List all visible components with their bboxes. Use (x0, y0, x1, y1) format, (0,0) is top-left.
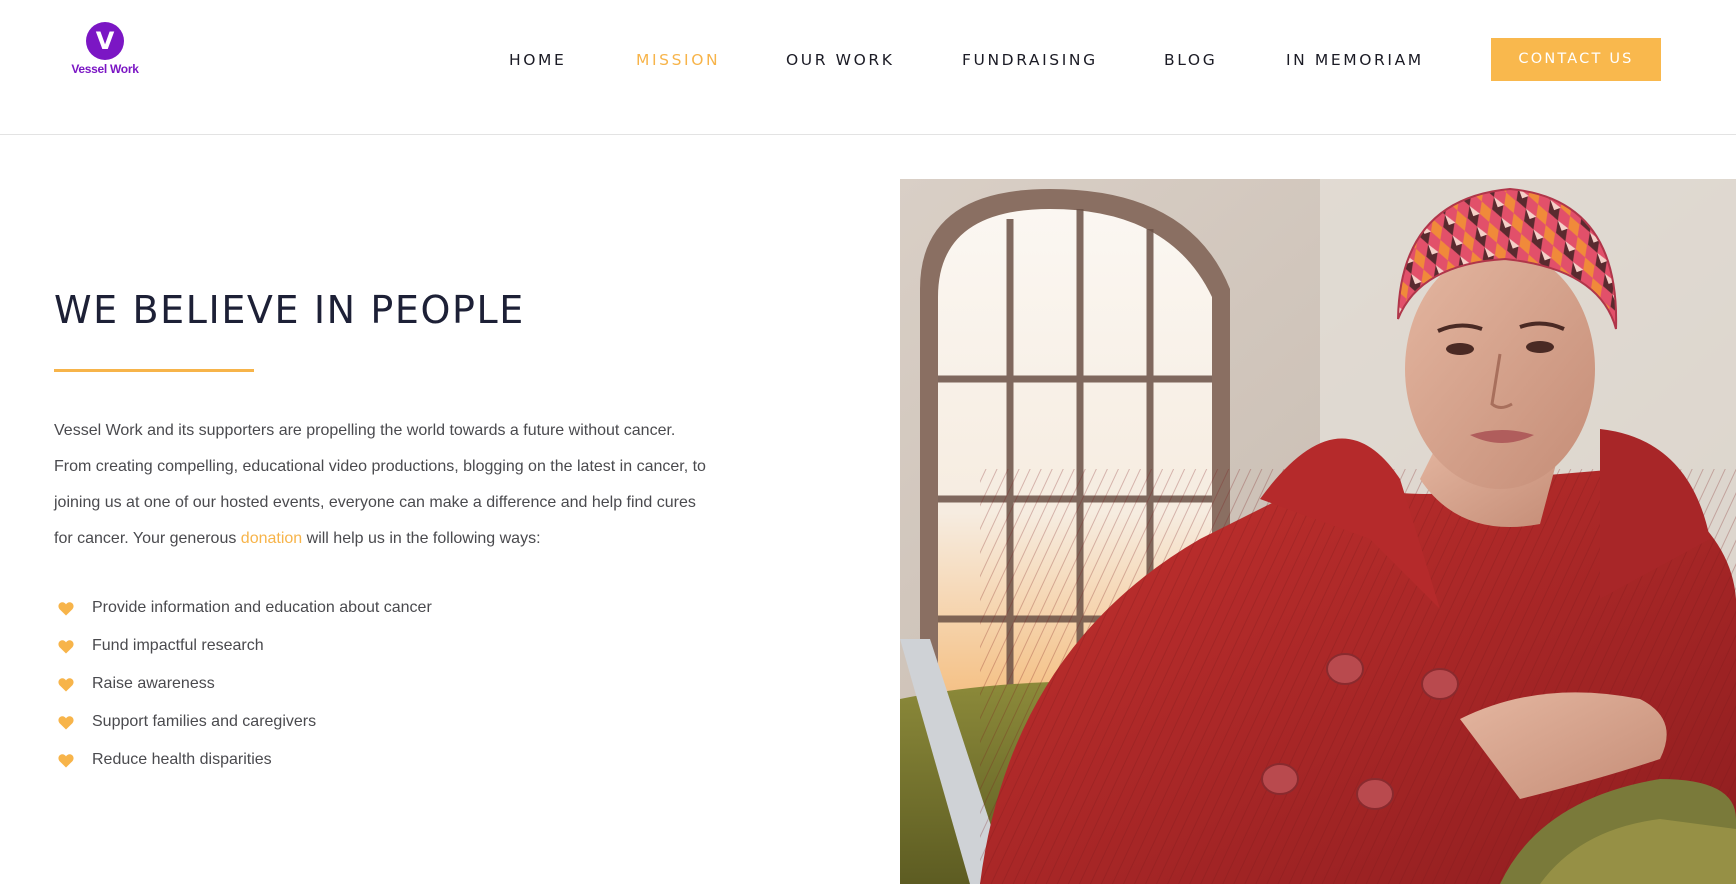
intro-line: Vessel Work and its supporters are prope… (54, 422, 676, 439)
title-underline (54, 369, 254, 372)
list-item-text: Reduce health disparities (92, 751, 272, 768)
site-header: V Vessel Work HOME MISSION OUR WORK FUND… (0, 0, 1736, 135)
logo-text: Vessel Work (71, 62, 139, 76)
nav-item-our-work[interactable]: OUR WORK (786, 48, 895, 72)
hero-photo-illustration (900, 179, 1736, 884)
intro-line-last: for cancer. Your generous donation will … (54, 521, 764, 557)
nav-item-in-memoriam[interactable]: IN MEMORIAM (1286, 48, 1424, 72)
heart-icon (58, 754, 74, 768)
heart-icon (58, 602, 74, 616)
heart-icon (58, 716, 74, 730)
logo-letter: V (95, 27, 115, 55)
nav-item-fundraising[interactable]: FUNDRAISING (962, 48, 1098, 72)
list-item-text: Raise awareness (92, 675, 215, 692)
nav-item-mission[interactable]: MISSION (636, 48, 720, 72)
heart-icon (58, 678, 74, 692)
intro-line: joining us at one of our hosted events, … (54, 494, 696, 511)
nav-item-blog[interactable]: BLOG (1164, 48, 1217, 72)
heart-icon (58, 640, 74, 654)
intro-paragraph: Vessel Work and its supporters are prope… (54, 413, 764, 557)
intro-text-before-link: for cancer. Your generous (54, 530, 241, 547)
list-item-text: Support families and caregivers (92, 713, 317, 730)
hero-photo (900, 179, 1736, 884)
page-title: WE BELIEVE IN PEOPLE (54, 288, 525, 332)
contact-us-button[interactable]: CONTACT US (1491, 38, 1661, 81)
nav-item-home[interactable]: HOME (509, 48, 566, 72)
logo[interactable]: V Vessel Work (68, 22, 142, 78)
list-item-text: Provide information and education about … (92, 599, 432, 616)
intro-text-after-link: will help us in the following ways: (302, 530, 541, 547)
intro-line: From creating compelling, educational vi… (54, 458, 706, 475)
list-item-text: Fund impactful research (92, 637, 264, 654)
donation-link[interactable]: donation (241, 530, 302, 547)
